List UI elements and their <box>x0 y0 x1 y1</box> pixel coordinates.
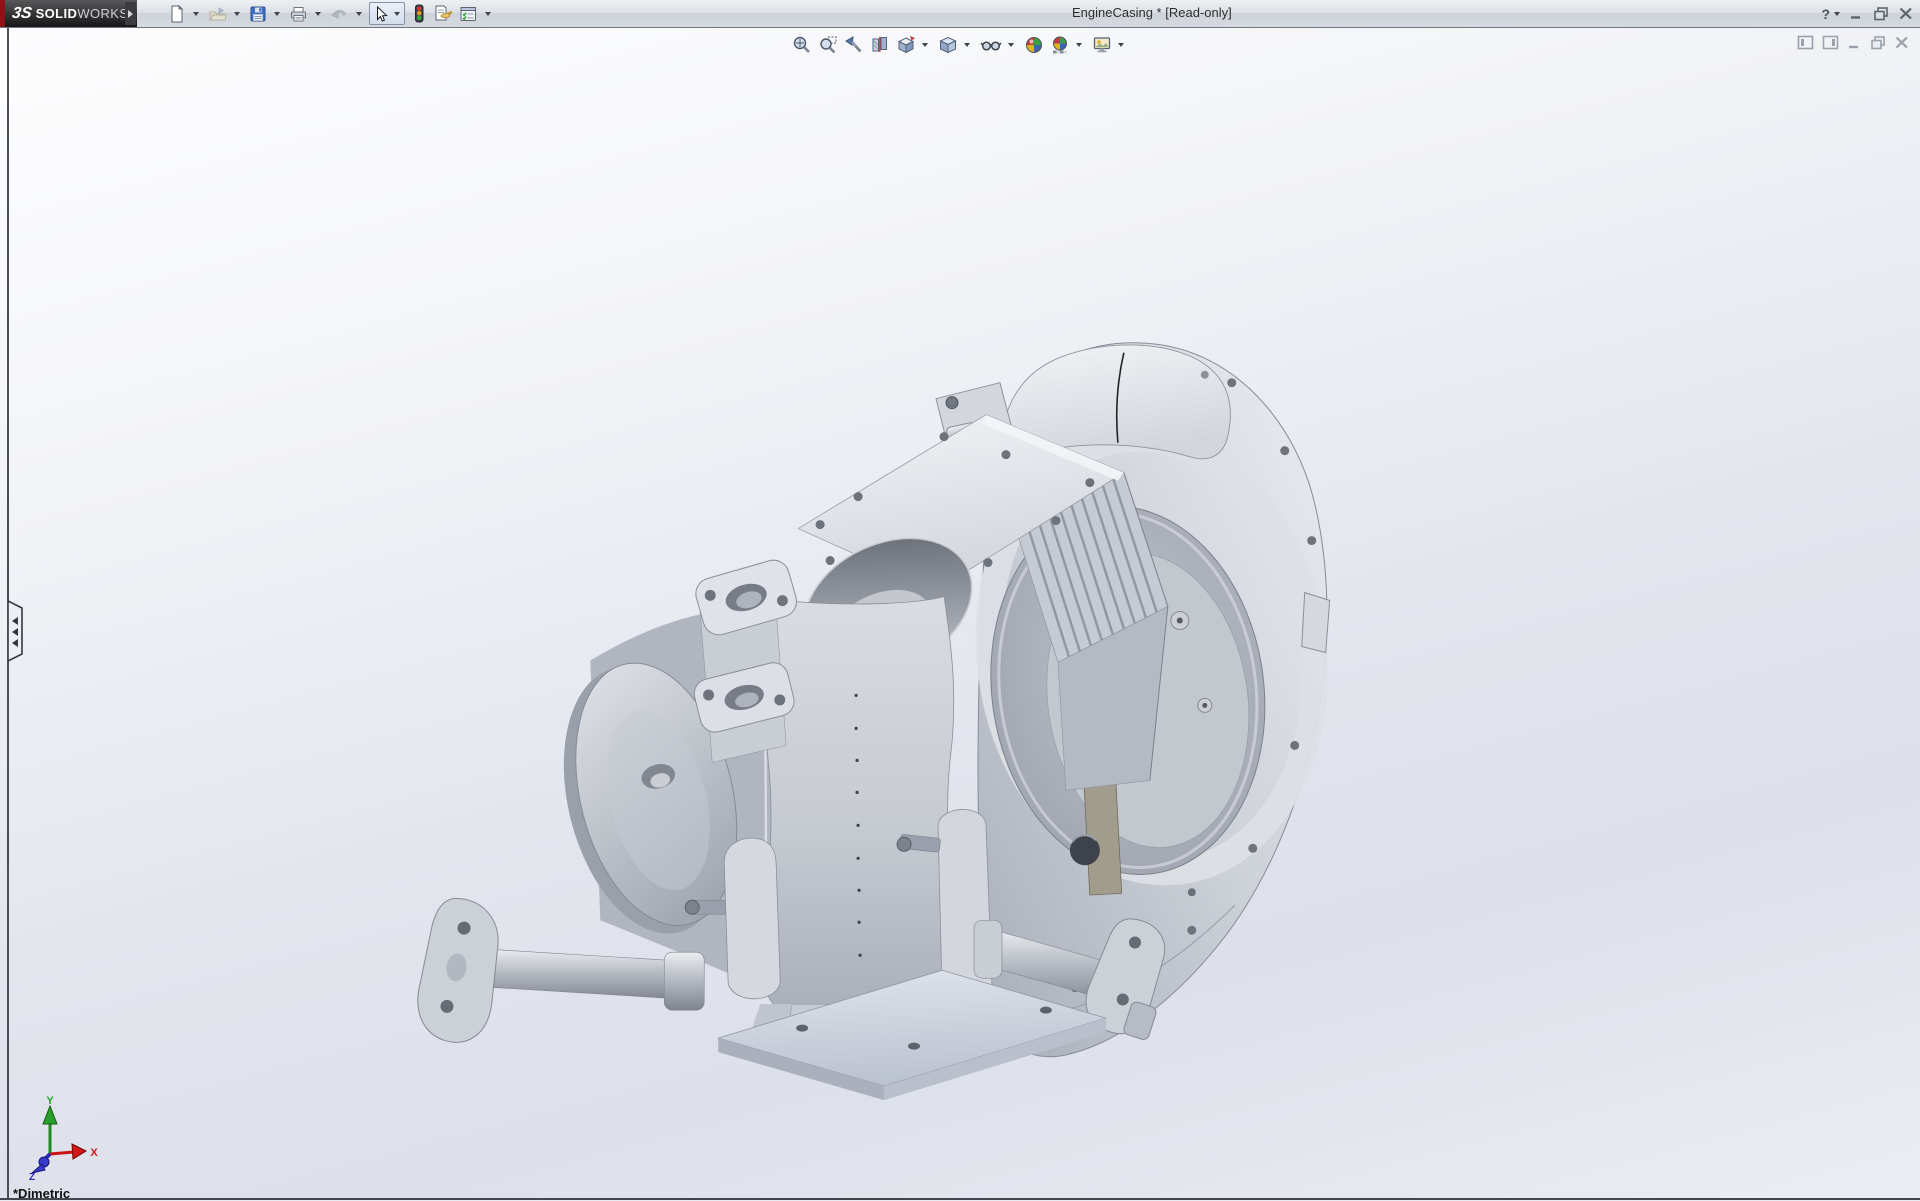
dropdown-caret-icon[interactable] <box>234 12 240 16</box>
help-button[interactable]: ? <box>1821 6 1840 22</box>
triad-x-arrow <box>72 1144 86 1159</box>
doc-minimize-button[interactable] <box>1847 35 1862 50</box>
brand-name-light: WORKS <box>77 6 128 21</box>
main-toolbar <box>166 2 498 25</box>
dropdown-caret-icon[interactable] <box>964 43 970 47</box>
file-properties-icon <box>433 4 453 23</box>
dropdown-caret-icon[interactable] <box>394 12 400 16</box>
save-button[interactable] <box>247 4 269 24</box>
dropdown-caret-icon[interactable] <box>1008 43 1014 47</box>
pane-left-button[interactable] <box>1797 35 1814 50</box>
minimize-button[interactable] <box>1849 6 1864 21</box>
triad-z-label: Z <box>29 1172 35 1180</box>
rebuild-traffic-light-icon <box>411 4 427 23</box>
engine-casing-model[interactable] <box>412 343 1342 1100</box>
open-icon <box>208 5 227 23</box>
restore-icon <box>1873 6 1889 21</box>
window-controls: ? <box>1812 0 1914 27</box>
help-icon: ? <box>1821 6 1830 22</box>
heads-up-view-toolbar <box>789 34 1131 56</box>
doc-close-button[interactable] <box>1894 35 1910 50</box>
hide-show-items-icon <box>980 35 1002 55</box>
triad-y-label: Y <box>46 1096 54 1107</box>
doc-restore-button[interactable] <box>1870 35 1886 50</box>
graphics-viewport[interactable]: Y X Z *Dimetric <box>0 28 1920 1200</box>
triad-y-arrow <box>43 1106 57 1124</box>
apply-scene-icon <box>1050 35 1070 55</box>
section-view-button[interactable] <box>868 34 892 56</box>
undo-button[interactable] <box>328 4 351 24</box>
file-properties-button[interactable] <box>431 3 455 24</box>
titlebar: 3S SOLIDWORKS <box>0 0 1920 28</box>
dropdown-caret-icon[interactable] <box>193 12 199 16</box>
print-button[interactable] <box>287 4 310 24</box>
minimize-icon <box>1849 6 1864 21</box>
previous-view-button[interactable] <box>842 34 866 56</box>
options-icon <box>459 5 478 23</box>
solidworks-logo: 3S SOLIDWORKS <box>5 0 137 27</box>
select-cursor-icon <box>372 5 390 23</box>
dropdown-caret-icon[interactable] <box>1118 43 1124 47</box>
left-shaft-flange[interactable] <box>412 895 505 1047</box>
section-view-icon <box>870 35 890 55</box>
view-settings-icon <box>1092 35 1112 55</box>
dropdown-caret-icon[interactable] <box>1834 12 1840 16</box>
brand-name-bold: SOLID <box>36 6 78 21</box>
pane-right-icon <box>1822 35 1839 50</box>
new-document-button[interactable] <box>166 4 188 24</box>
display-style-button[interactable] <box>936 34 960 56</box>
dropdown-caret-icon[interactable] <box>485 12 491 16</box>
restore-button[interactable] <box>1873 6 1889 21</box>
view-orientation-icon <box>896 35 916 55</box>
dropdown-caret-icon[interactable] <box>1076 43 1082 47</box>
close-icon <box>1898 6 1914 21</box>
doc-minimize-icon <box>1847 35 1862 50</box>
hide-show-items-button[interactable] <box>978 34 1004 56</box>
orientation-triad: Y X Z <box>16 1096 100 1180</box>
dropdown-caret-icon[interactable] <box>315 12 321 16</box>
dropdown-caret-icon[interactable] <box>922 43 928 47</box>
close-button[interactable] <box>1898 6 1914 21</box>
pane-left-icon <box>1797 35 1814 50</box>
solidworks-logo-glyph: 3S <box>11 5 33 23</box>
housing-side-tab[interactable] <box>1302 593 1330 653</box>
rebuild-button[interactable] <box>409 3 429 24</box>
doc-close-icon <box>1894 35 1910 50</box>
left-clevis-bracket[interactable] <box>724 838 780 999</box>
open-button[interactable] <box>206 4 229 24</box>
zoom-to-fit-button[interactable] <box>790 34 814 56</box>
triad-x-label: X <box>90 1147 98 1159</box>
zoom-to-area-button[interactable] <box>816 34 840 56</box>
zoom-to-area-icon <box>818 35 838 55</box>
triad-x-axis <box>50 1152 74 1154</box>
display-style-icon <box>938 35 958 55</box>
print-icon <box>289 5 308 23</box>
doc-restore-icon <box>1870 35 1886 50</box>
previous-view-icon <box>844 35 864 55</box>
new-document-icon <box>168 5 186 23</box>
pane-right-button[interactable] <box>1822 35 1839 50</box>
viewport-3d-canvas[interactable] <box>0 28 1920 1200</box>
undo-icon <box>330 5 349 23</box>
window-title: EngineCasing * [Read-only] <box>1072 5 1232 20</box>
dropdown-caret-icon[interactable] <box>274 12 280 16</box>
view-orientation-button[interactable] <box>894 34 918 56</box>
apply-scene-button[interactable] <box>1048 34 1072 56</box>
edit-appearance-icon <box>1024 35 1044 55</box>
save-icon <box>249 5 267 23</box>
edit-appearance-button[interactable] <box>1022 34 1046 56</box>
select-tool-button[interactable] <box>369 2 405 25</box>
view-settings-button[interactable] <box>1090 34 1114 56</box>
options-button[interactable] <box>457 4 480 24</box>
dropdown-caret-icon[interactable] <box>356 12 362 16</box>
menu-expand-arrow-icon[interactable] <box>125 2 136 25</box>
document-window-controls <box>1789 35 1910 50</box>
zoom-to-fit-icon <box>792 35 812 55</box>
